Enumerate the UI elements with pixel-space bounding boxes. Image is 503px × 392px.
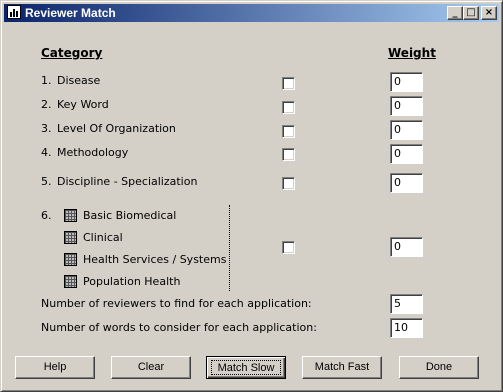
dotted-separator (229, 205, 230, 291)
level-of-organization-weight-input[interactable]: 0 (390, 120, 423, 140)
category-header: Category (41, 46, 103, 60)
category-number: 1. (41, 74, 52, 87)
category-label-discipline: Discipline - Specialization (57, 175, 198, 188)
methodology-weight-input[interactable]: 0 (390, 144, 423, 164)
option-clinical: Clinical (83, 231, 123, 244)
subject-area-checkbox[interactable] (282, 241, 295, 254)
help-button[interactable]: Help (15, 356, 95, 379)
minimize-button[interactable]: _ (447, 6, 463, 20)
health-services-icon[interactable] (64, 253, 77, 266)
category-label-methodology: Methodology (57, 146, 129, 159)
close-icon: × (484, 7, 494, 18)
clear-button[interactable]: Clear (111, 356, 191, 379)
methodology-checkbox[interactable] (282, 148, 295, 161)
discipline-checkbox[interactable] (282, 177, 295, 190)
match-slow-label: Match Slow (211, 360, 281, 375)
subject-area-weight-input[interactable]: 0 (390, 237, 423, 257)
words-count-label: Number of words to consider for each app… (41, 321, 317, 334)
category-number: 3. (41, 122, 52, 135)
done-button[interactable]: Done (399, 356, 479, 379)
reviewers-count-label: Number of reviewers to find for each app… (41, 297, 312, 310)
app-icon[interactable] (7, 5, 21, 19)
minimize-icon: _ (452, 7, 458, 18)
disease-checkbox[interactable] (282, 77, 295, 90)
match-fast-button[interactable]: Match Fast (302, 356, 382, 379)
match-slow-button[interactable]: Match Slow (206, 356, 286, 379)
category-number: 6. (41, 209, 52, 222)
population-health-icon[interactable] (64, 275, 77, 288)
words-count-input[interactable]: 10 (390, 318, 423, 338)
category-number: 2. (41, 98, 52, 111)
category-label-disease: Disease (57, 74, 101, 87)
maximize-icon: □ (466, 7, 476, 18)
disease-weight-input[interactable]: 0 (390, 72, 423, 92)
discipline-weight-input[interactable]: 0 (390, 173, 423, 193)
maximize-button[interactable]: □ (463, 6, 479, 20)
key-word-checkbox[interactable] (282, 101, 295, 114)
option-population-health: Population Health (83, 275, 181, 288)
reviewers-count-input[interactable]: 5 (390, 294, 423, 314)
category-number: 5. (41, 175, 52, 188)
option-health-services: Health Services / Systems (83, 253, 227, 266)
level-of-organization-checkbox[interactable] (282, 125, 295, 138)
close-button[interactable]: × (481, 6, 497, 20)
category-label-level-of-organization: Level Of Organization (57, 122, 176, 135)
category-number: 4. (41, 146, 52, 159)
key-word-weight-input[interactable]: 0 (390, 96, 423, 116)
title-bar[interactable]: Reviewer Match _ □ × (4, 4, 499, 22)
window-title: Reviewer Match (25, 6, 116, 20)
category-label-key-word: Key Word (57, 98, 109, 111)
basic-biomedical-icon[interactable] (64, 209, 77, 222)
weight-header: Weight (388, 46, 436, 60)
option-basic-biomedical: Basic Biomedical (83, 209, 177, 222)
clinical-icon[interactable] (64, 231, 77, 244)
